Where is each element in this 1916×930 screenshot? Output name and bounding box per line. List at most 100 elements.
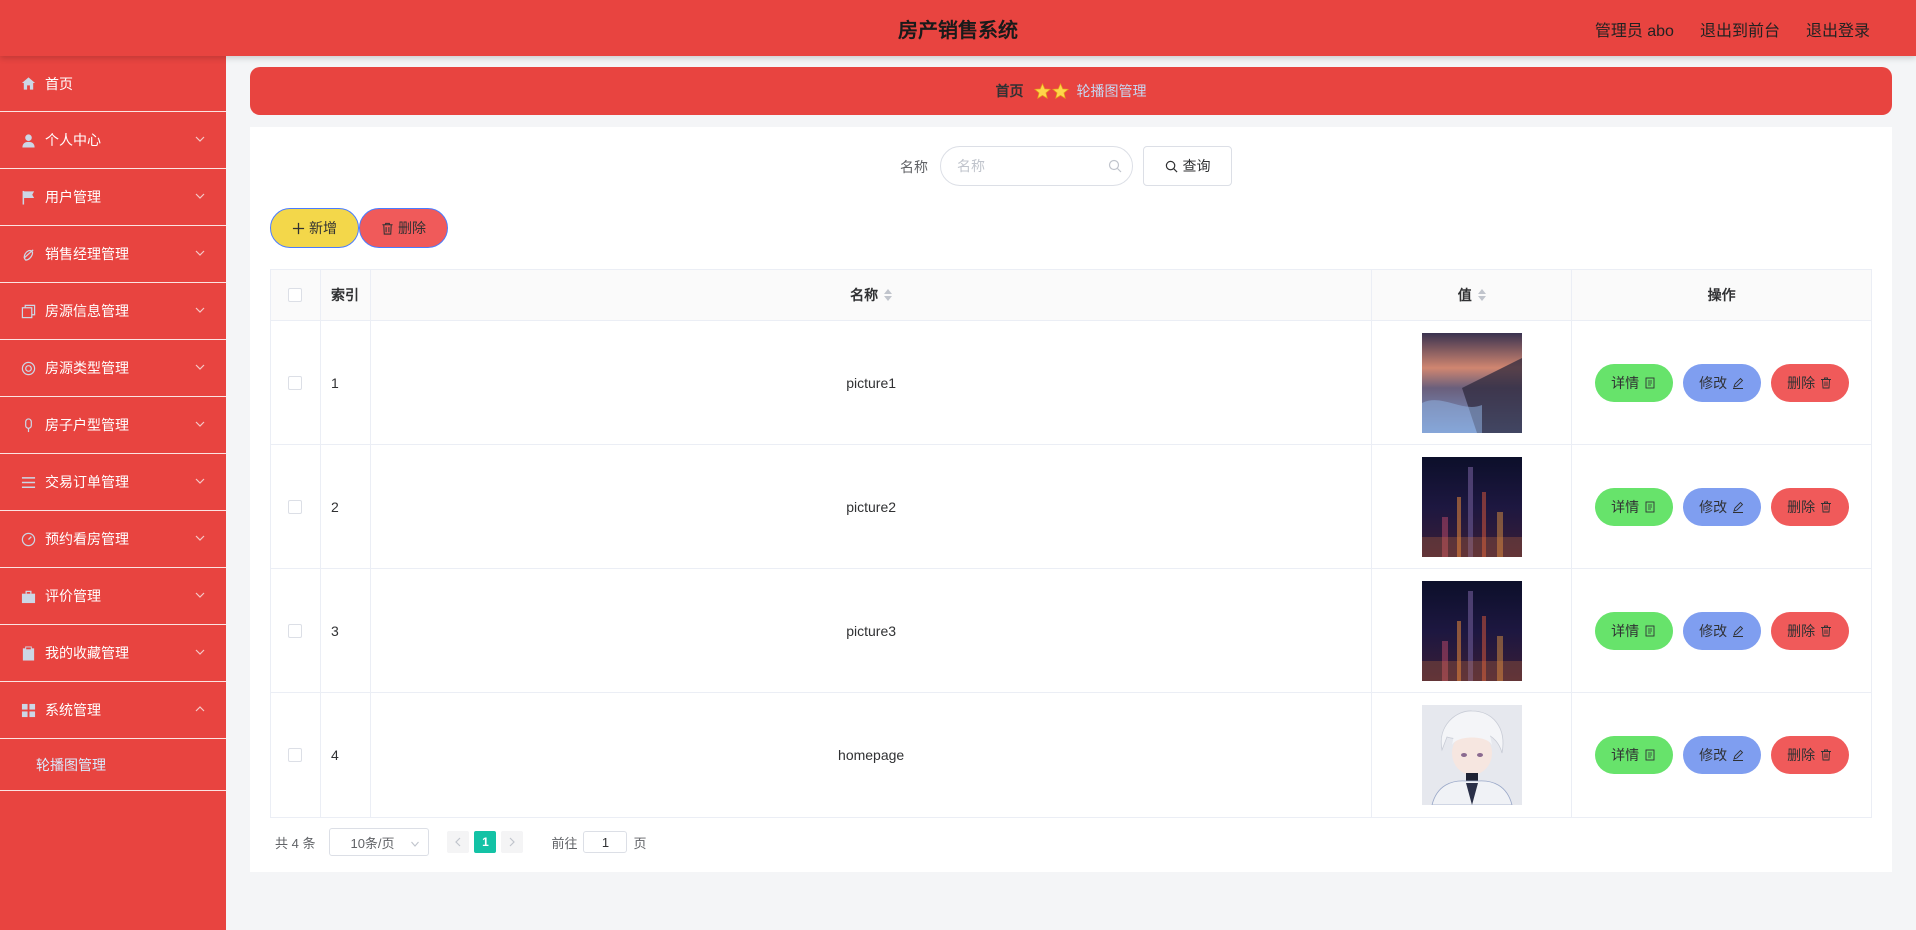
edit-button[interactable]: 修改 <box>1682 736 1761 774</box>
table-row: 1 picture1 详情 修改 删除 <box>271 321 1871 445</box>
gauge-icon <box>20 531 36 547</box>
sidebar-item-label: 用户管理 <box>45 189 101 205</box>
sidebar-item-label: 房源信息管理 <box>45 303 129 319</box>
thumbnail-city-night-image[interactable] <box>1421 456 1522 557</box>
add-button-label: 新增 <box>309 220 337 236</box>
sidebar-item-favorites[interactable]: 我的收藏管理 <box>0 625 226 682</box>
sidebar-item-label: 系统管理 <box>45 702 101 718</box>
delete-button[interactable]: 删除 <box>1770 487 1849 526</box>
sidebar-item-house-layout[interactable]: 房子户型管理 <box>0 397 226 454</box>
sidebar-item-label: 个人中心 <box>45 132 101 148</box>
thumbnail-landscape-image[interactable] <box>1421 332 1522 433</box>
edit-icon <box>1733 625 1744 637</box>
delete-button[interactable]: 删除 <box>1770 363 1849 402</box>
edit-button[interactable]: 修改 <box>1682 363 1761 402</box>
thumbnail-city-night-image[interactable] <box>1421 580 1522 681</box>
page-size-label: 10条/页 <box>350 835 395 851</box>
sidebar-item-label: 房源类型管理 <box>45 360 129 376</box>
goto-page-input[interactable] <box>583 831 628 853</box>
batch-delete-button[interactable]: 删除 <box>359 208 448 248</box>
sidebar-item-label: 我的收藏管理 <box>45 645 129 661</box>
edit-button[interactable]: 修改 <box>1682 611 1761 650</box>
sidebar-item-sales-manager[interactable]: 销售经理管理 <box>0 226 226 283</box>
sidebar-subitem-carousel[interactable]: 轮播图管理 <box>0 739 226 791</box>
page-size-select[interactable]: 10条/页 <box>329 828 430 856</box>
header-name-label: 名称 <box>850 287 879 303</box>
breadcrumb-home[interactable]: 首页 <box>996 81 1024 101</box>
header-value[interactable]: 值 <box>1372 270 1573 320</box>
search-bar: 名称 查询 <box>250 146 1892 186</box>
sidebar-item-personal-center[interactable]: 个人中心 <box>0 112 226 169</box>
sort-icon[interactable] <box>1477 289 1486 301</box>
sidebar-item-user-management[interactable]: 用户管理 <box>0 169 226 226</box>
row-checkbox[interactable] <box>288 748 303 762</box>
detail-button[interactable]: 详情 <box>1594 611 1673 650</box>
search-label: 名称 <box>900 159 928 175</box>
sidebar-item-viewing[interactable]: 预约看房管理 <box>0 511 226 568</box>
chevron-down-icon <box>195 193 205 199</box>
home-icon <box>20 76 36 92</box>
chevron-right-icon <box>510 837 516 847</box>
bell-icon <box>20 246 36 262</box>
detail-button[interactable]: 详情 <box>1594 736 1673 774</box>
document-icon <box>1645 625 1655 636</box>
edit-icon <box>1733 501 1744 513</box>
document-icon <box>1645 377 1655 388</box>
sidebar-item-house-info[interactable]: 房源信息管理 <box>0 283 226 340</box>
clipboard-icon <box>20 645 36 661</box>
document-icon <box>1645 501 1655 512</box>
pagination-total: 共 4 条 <box>275 835 316 851</box>
sidebar-item-system[interactable]: 系统管理 <box>0 682 226 739</box>
edit-icon <box>1733 749 1744 761</box>
sidebar-item-label: 预约看房管理 <box>45 531 129 547</box>
edit-icon <box>1733 377 1744 389</box>
chevron-down-icon <box>195 364 205 370</box>
to-frontend-link[interactable]: 退出到前台 <box>1700 17 1780 41</box>
trash-icon <box>1821 501 1832 512</box>
add-button[interactable]: 新增 <box>270 208 359 248</box>
header-name[interactable]: 名称 <box>371 270 1373 320</box>
sidebar-item-label: 销售经理管理 <box>45 246 129 262</box>
sidebar-item-reviews[interactable]: 评价管理 <box>0 568 226 625</box>
table-row: 3 picture3 详情 修改 删除 <box>271 569 1871 693</box>
sidebar-item-orders[interactable]: 交易订单管理 <box>0 454 226 511</box>
chevron-down-icon <box>195 649 205 655</box>
thumbnail-portrait-image[interactable] <box>1421 705 1522 805</box>
edit-button[interactable]: 修改 <box>1682 487 1761 526</box>
goto-prefix: 前往 <box>551 835 578 851</box>
detail-button[interactable]: 详情 <box>1594 363 1673 402</box>
search-button-label: 查询 <box>1182 158 1211 174</box>
delete-label: 删除 <box>1787 374 1816 391</box>
delete-label: 删除 <box>1787 622 1816 639</box>
header-value-label: 值 <box>1457 287 1472 303</box>
delete-button[interactable]: 删除 <box>1770 736 1849 774</box>
search-icon <box>1165 160 1177 172</box>
edit-label: 修改 <box>1699 747 1728 763</box>
briefcase-icon <box>20 588 36 604</box>
sort-icon[interactable] <box>884 289 893 301</box>
prev-page-button[interactable] <box>447 831 470 853</box>
edit-label: 修改 <box>1699 374 1728 391</box>
sidebar-item-house-type[interactable]: 房源类型管理 <box>0 340 226 397</box>
search-input[interactable] <box>940 146 1133 186</box>
select-all-checkbox[interactable] <box>288 288 303 302</box>
logout-link[interactable]: 退出登录 <box>1806 17 1870 41</box>
sidebar-item-label: 首页 <box>45 75 73 92</box>
star-icon <box>1033 82 1069 100</box>
next-page-button[interactable] <box>501 831 524 853</box>
row-checkbox[interactable] <box>288 375 303 390</box>
page-number-button[interactable]: 1 <box>474 831 497 853</box>
trash-icon <box>382 222 393 235</box>
row-checkbox[interactable] <box>288 623 303 638</box>
row-index: 1 <box>321 321 371 444</box>
user-icon <box>20 132 36 148</box>
table-row: 4 homepage 详情 修改 删除 <box>271 693 1871 817</box>
sidebar-item-home[interactable]: 首页 <box>0 56 226 112</box>
row-checkbox[interactable] <box>288 499 303 514</box>
detail-button[interactable]: 详情 <box>1594 487 1673 526</box>
detail-label: 详情 <box>1611 747 1640 763</box>
top-header: 房产销售系统 管理员 abo 退出到前台 退出登录 <box>0 0 1916 56</box>
delete-button[interactable]: 删除 <box>1770 611 1849 650</box>
row-index: 2 <box>321 445 371 568</box>
search-button[interactable]: 查询 <box>1143 146 1232 186</box>
